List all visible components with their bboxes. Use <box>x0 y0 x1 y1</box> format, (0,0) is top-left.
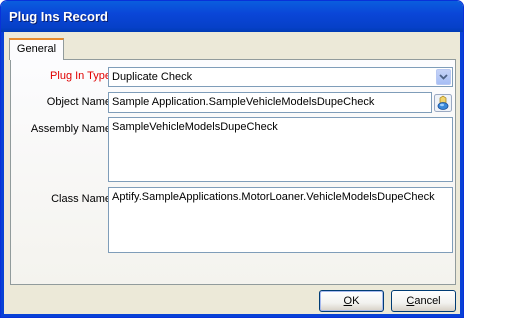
object-name-value: Sample Application.SampleVehicleModelsDu… <box>112 96 375 108</box>
plugin-type-label: Plug In Type <box>50 70 111 82</box>
object-name-field[interactable]: Sample Application.SampleVehicleModelsDu… <box>108 92 432 113</box>
window-frame-bottom <box>1 314 463 317</box>
class-name-value: Aptify.SampleApplications.MotorLoaner.Ve… <box>112 191 435 203</box>
combo-dropdown-button[interactable] <box>436 69 451 85</box>
class-name-field[interactable]: Aptify.SampleApplications.MotorLoaner.Ve… <box>108 187 453 253</box>
plugin-type-value: Duplicate Check <box>112 71 193 83</box>
chevron-down-icon <box>439 74 448 80</box>
object-name-label: Object Name <box>46 96 111 108</box>
window-frame-left <box>1 32 4 317</box>
tab-general[interactable]: General <box>9 38 64 60</box>
tab-general-label: General <box>16 43 57 55</box>
ok-label-rest: K <box>352 295 360 307</box>
class-name-label: Class Name <box>51 193 111 205</box>
window-title: Plug Ins Record <box>9 9 108 24</box>
cancel-label-rest: ancel <box>414 295 441 307</box>
plug-ins-record-dialog: Plug Ins Record General Plug In Type Dup… <box>0 0 464 318</box>
object-lookup-icon[interactable] <box>434 94 452 112</box>
cancel-button[interactable]: Cancel <box>391 290 456 312</box>
ok-mnemonic: O <box>343 295 353 307</box>
plugin-type-combo[interactable]: Duplicate Check <box>108 67 453 87</box>
window-frame-right <box>460 32 463 317</box>
title-bar[interactable]: Plug Ins Record <box>1 1 463 32</box>
assembly-name-label: Assembly Name <box>30 123 111 135</box>
ok-button[interactable]: OK <box>319 290 384 312</box>
assembly-name-value: SampleVehicleModelsDupeCheck <box>112 121 278 133</box>
assembly-name-field[interactable]: SampleVehicleModelsDupeCheck <box>108 117 453 182</box>
